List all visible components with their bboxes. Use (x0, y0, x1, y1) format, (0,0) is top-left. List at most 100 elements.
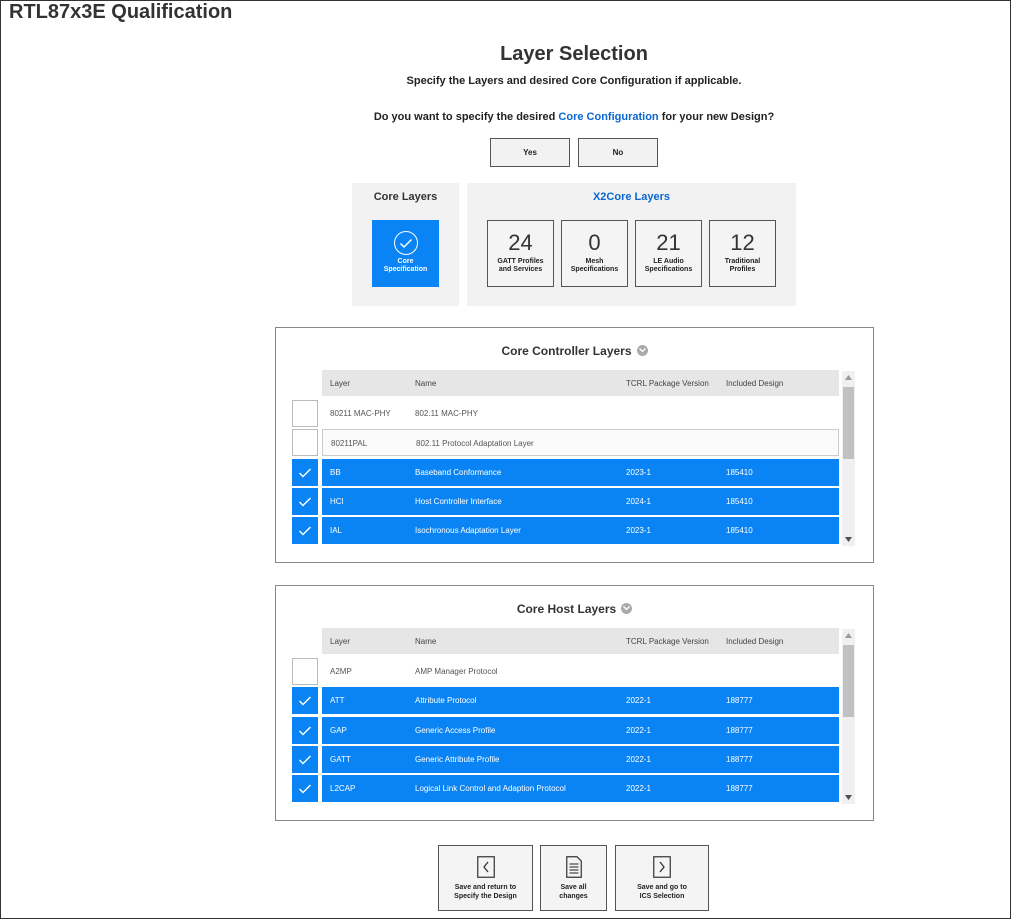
table-row[interactable]: HCI Host Controller Interface 2024-1 185410 (322, 488, 839, 515)
scrollbar[interactable] (842, 629, 855, 804)
no-button[interactable]: No (578, 138, 658, 167)
cell-name: Host Controller Interface (415, 497, 502, 506)
page-subtitle: Specify the Layers and desired Core Conf… (406, 75, 742, 87)
save-and-return-button[interactable]: Save and return to Specify the Design (438, 845, 533, 911)
traditional-profiles-tile[interactable]: 12 Traditional Profiles (709, 220, 776, 287)
scroll-up-icon[interactable] (845, 633, 852, 638)
cell-layer: GAP (330, 726, 347, 735)
tile-count: 12 (730, 230, 755, 255)
tile-count: 21 (656, 230, 681, 255)
row-checkbox[interactable] (292, 687, 318, 714)
mesh-specifications-tile[interactable]: 0 Mesh Specifications (561, 220, 628, 287)
table-row[interactable]: BB Baseband Conformance 2023-1 185410 (322, 459, 839, 486)
cell-version: 2022-1 (626, 755, 651, 764)
cell-included: 185410 (726, 526, 753, 535)
checkmark-icon (299, 497, 311, 506)
x2core-layers-heading[interactable]: X2Core Layers (467, 191, 796, 203)
col-included: Included Design (726, 637, 784, 646)
host-title[interactable]: Core Host Layers (276, 602, 873, 616)
gatt-profiles-tile[interactable]: 24 GATT Profiles and Services (487, 220, 554, 287)
app-title: RTL87x3E Qualification (9, 1, 233, 23)
cell-name: 802.11 Protocol Adaptation Layer (416, 439, 534, 448)
cell-layer: HCI (330, 497, 344, 506)
save-all-changes-button[interactable]: Save all changes (540, 845, 607, 911)
cell-layer: 80211 MAC-PHY (330, 409, 391, 418)
scroll-up-icon[interactable] (845, 375, 852, 380)
cell-version: 2023-1 (626, 468, 651, 477)
checkmark-icon (299, 755, 311, 764)
cell-name: 802.11 MAC-PHY (415, 409, 478, 418)
table-header: Layer Name TCRL Package Version Included… (322, 628, 839, 654)
table-row[interactable]: 80211 MAC-PHY 802.11 MAC-PHY (322, 400, 839, 427)
table-row[interactable]: GATT Generic Attribute Profile 2022-1 18877… (322, 746, 839, 773)
save-and-go-to-ics-button[interactable]: Save and go to ICS Selection (615, 845, 709, 911)
x2core-layers-panel: X2Core Layers 24 GATT Profiles and Servic… (467, 183, 796, 306)
row-checkbox[interactable] (292, 429, 318, 456)
chevron-down-icon[interactable] (621, 603, 633, 615)
check-circle-icon (393, 231, 418, 255)
cell-version: 2022-1 (626, 784, 651, 793)
cell-layer: A2MP (330, 667, 352, 676)
le-audio-specifications-tile[interactable]: 21 LE Audio Specifications (635, 220, 702, 287)
cell-included: 188777 (726, 726, 753, 735)
chevron-right-doc-icon (653, 856, 671, 878)
table-row[interactable]: ATT Attribute Protocol 2022-1 188777 (322, 687, 839, 714)
tile-count: 0 (588, 230, 601, 255)
checkmark-icon (299, 468, 311, 477)
scrollbar[interactable] (842, 371, 855, 546)
chevron-left-doc-icon (476, 856, 495, 878)
row-checkbox[interactable] (292, 658, 318, 685)
cell-name: Isochronous Adaptation Layer (415, 526, 521, 535)
row-checkbox[interactable] (292, 459, 318, 486)
cell-name: Attribute Protocol (415, 696, 477, 705)
core-layers-panel: Core Layers Core Specification (352, 183, 459, 306)
col-layer: Layer (330, 379, 351, 388)
core-layers-heading: Core Layers (373, 191, 438, 203)
cell-included: 185410 (726, 468, 753, 477)
table-row[interactable]: IAL Isochronous Adaptation Layer 2023-1 185… (322, 517, 839, 544)
checkmark-icon (299, 784, 311, 793)
row-checkbox[interactable] (292, 746, 318, 773)
col-included: Included Design (726, 379, 784, 388)
cell-name: Baseband Conformance (415, 468, 502, 477)
cell-name: Logical Link Control and Adaption Protoc… (415, 784, 566, 793)
cell-name: AMP Manager Protocol (415, 667, 498, 676)
row-checkbox[interactable] (292, 488, 318, 515)
col-layer: Layer (330, 637, 351, 646)
row-checkbox[interactable] (292, 775, 318, 802)
cell-version: 2024-1 (626, 497, 651, 506)
cell-layer: L2CAP (330, 784, 356, 793)
scroll-down-icon[interactable] (845, 537, 852, 542)
cell-name: Generic Attribute Profile (415, 755, 500, 764)
table-row[interactable]: L2CAP Logical Link Control and Adaption P… (322, 775, 839, 802)
cell-layer: GATT (330, 755, 351, 764)
core-host-layers-box: Core Host Layers Layer Name TCRL Package… (275, 585, 874, 821)
cell-layer: 80211PAL (331, 439, 368, 448)
row-checkbox[interactable] (292, 717, 318, 744)
cell-version: 2023-1 (626, 526, 651, 535)
table-row[interactable]: GAP Generic Access Profile 2022-1 188777 (322, 717, 839, 744)
cell-layer: IAL (330, 526, 343, 535)
row-checkbox[interactable] (292, 517, 318, 544)
chevron-down-icon[interactable] (636, 345, 648, 357)
scroll-thumb[interactable] (843, 645, 854, 717)
table-header: Layer Name TCRL Package Version Included… (322, 370, 839, 396)
yes-button[interactable]: Yes (490, 138, 570, 167)
col-name: Name (415, 637, 437, 646)
table-row[interactable]: 80211PAL 802.11 Protocol Adaptation Layer (322, 429, 839, 456)
controller-title[interactable]: Core Controller Layers (276, 344, 873, 358)
core-config-question: Do you want to specify the desired Core … (0, 111, 1011, 123)
cell-layer: ATT (330, 696, 345, 705)
document-icon (565, 856, 582, 878)
col-version: TCRL Package Version (626, 379, 709, 388)
core-configuration-link[interactable]: Core Configuration (558, 111, 658, 123)
scroll-down-icon[interactable] (845, 795, 852, 800)
tile-label: Traditional Profiles (724, 258, 761, 273)
save-and-go-to-ics-label: Save and go to ICS Selection (637, 884, 687, 900)
row-checkbox[interactable] (292, 400, 318, 427)
core-specification-tile[interactable]: Core Specification (372, 220, 439, 287)
cell-included: 188777 (726, 784, 753, 793)
table-row[interactable]: A2MP AMP Manager Protocol (322, 658, 839, 685)
scroll-thumb[interactable] (843, 387, 854, 459)
cell-version: 2022-1 (626, 726, 651, 735)
